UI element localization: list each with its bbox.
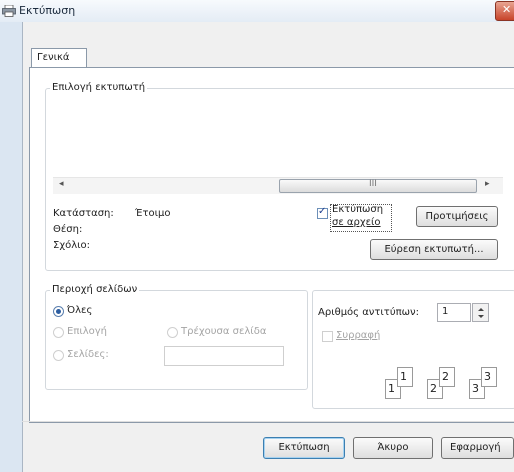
find-printer-button[interactable]: Εύρεση εκτυπωτή... [370, 239, 498, 260]
range-selection-label: Επιλογή [67, 326, 108, 337]
scroll-grip-icon: III [369, 179, 377, 189]
print-to-file-checkbox[interactable]: ✓ [317, 206, 328, 219]
close-icon: ✕ [502, 3, 512, 16]
printer-list-scrollbar[interactable]: ◂ III ▸ [53, 177, 503, 194]
print-to-file-label-line2[interactable]: σε αρχείο [332, 217, 381, 229]
scroll-right-icon[interactable]: ▸ [485, 179, 490, 189]
pages-input [164, 346, 284, 366]
printer-list[interactable] [53, 98, 503, 176]
copies-input[interactable]: 1 [437, 303, 471, 322]
page-back-icon: 2 [439, 367, 455, 387]
range-current-page-radio [167, 327, 178, 338]
collate-label: Συρραφή [336, 330, 381, 341]
collate-checkbox [322, 331, 333, 342]
collate-preview: 1 1 2 2 3 3 [385, 365, 505, 399]
range-all-label[interactable]: Όλες [67, 305, 92, 316]
status-value: Έτοιμο [135, 208, 171, 219]
print-button[interactable]: Εκτύπωση [263, 437, 345, 459]
range-all-radio[interactable] [53, 306, 64, 317]
copies-label: Αριθμός αντιτύπων: [318, 307, 419, 318]
printer-icon [2, 5, 16, 17]
range-current-page-label: Τρέχουσα σελίδα [181, 326, 267, 337]
title-bar: Εκτύπωση ✕ [0, 0, 514, 23]
button-bar-separator [22, 421, 514, 422]
radio-dot [56, 309, 61, 314]
comment-label: Σχόλιο: [53, 240, 91, 251]
status-label: Κατάσταση: [53, 208, 114, 219]
preferences-button[interactable]: Προτιμήσεις [416, 206, 498, 227]
scroll-thumb[interactable]: III [279, 179, 477, 193]
check-icon: ✓ [318, 206, 327, 217]
spinner-arrows-icon [478, 308, 484, 318]
range-pages-radio [53, 350, 64, 361]
cancel-button[interactable]: Άκυρο [353, 437, 433, 459]
window-frame [0, 22, 22, 472]
print-to-file-label-line1[interactable]: Εκτύπωση [332, 204, 383, 216]
page-range-legend: Περιοχή σελίδων [50, 284, 140, 295]
scroll-left-icon[interactable]: ◂ [59, 179, 64, 189]
select-printer-legend: Επιλογή εκτυπωτή [50, 82, 148, 93]
location-label: Θέση: [53, 224, 83, 235]
close-button[interactable]: ✕ [495, 1, 514, 21]
apply-button[interactable]: Εφαρμογή [441, 437, 514, 459]
range-pages-label: Σελίδες: [67, 349, 109, 360]
tab-general-label: Γενικά [37, 52, 70, 63]
page-back-icon: 1 [397, 367, 413, 387]
page-back-icon: 3 [481, 367, 497, 387]
tab-general[interactable]: Γενικά [31, 48, 87, 68]
window-title: Εκτύπωση [19, 4, 76, 17]
range-selection-radio [53, 327, 64, 338]
copies-spinner[interactable] [472, 303, 489, 322]
